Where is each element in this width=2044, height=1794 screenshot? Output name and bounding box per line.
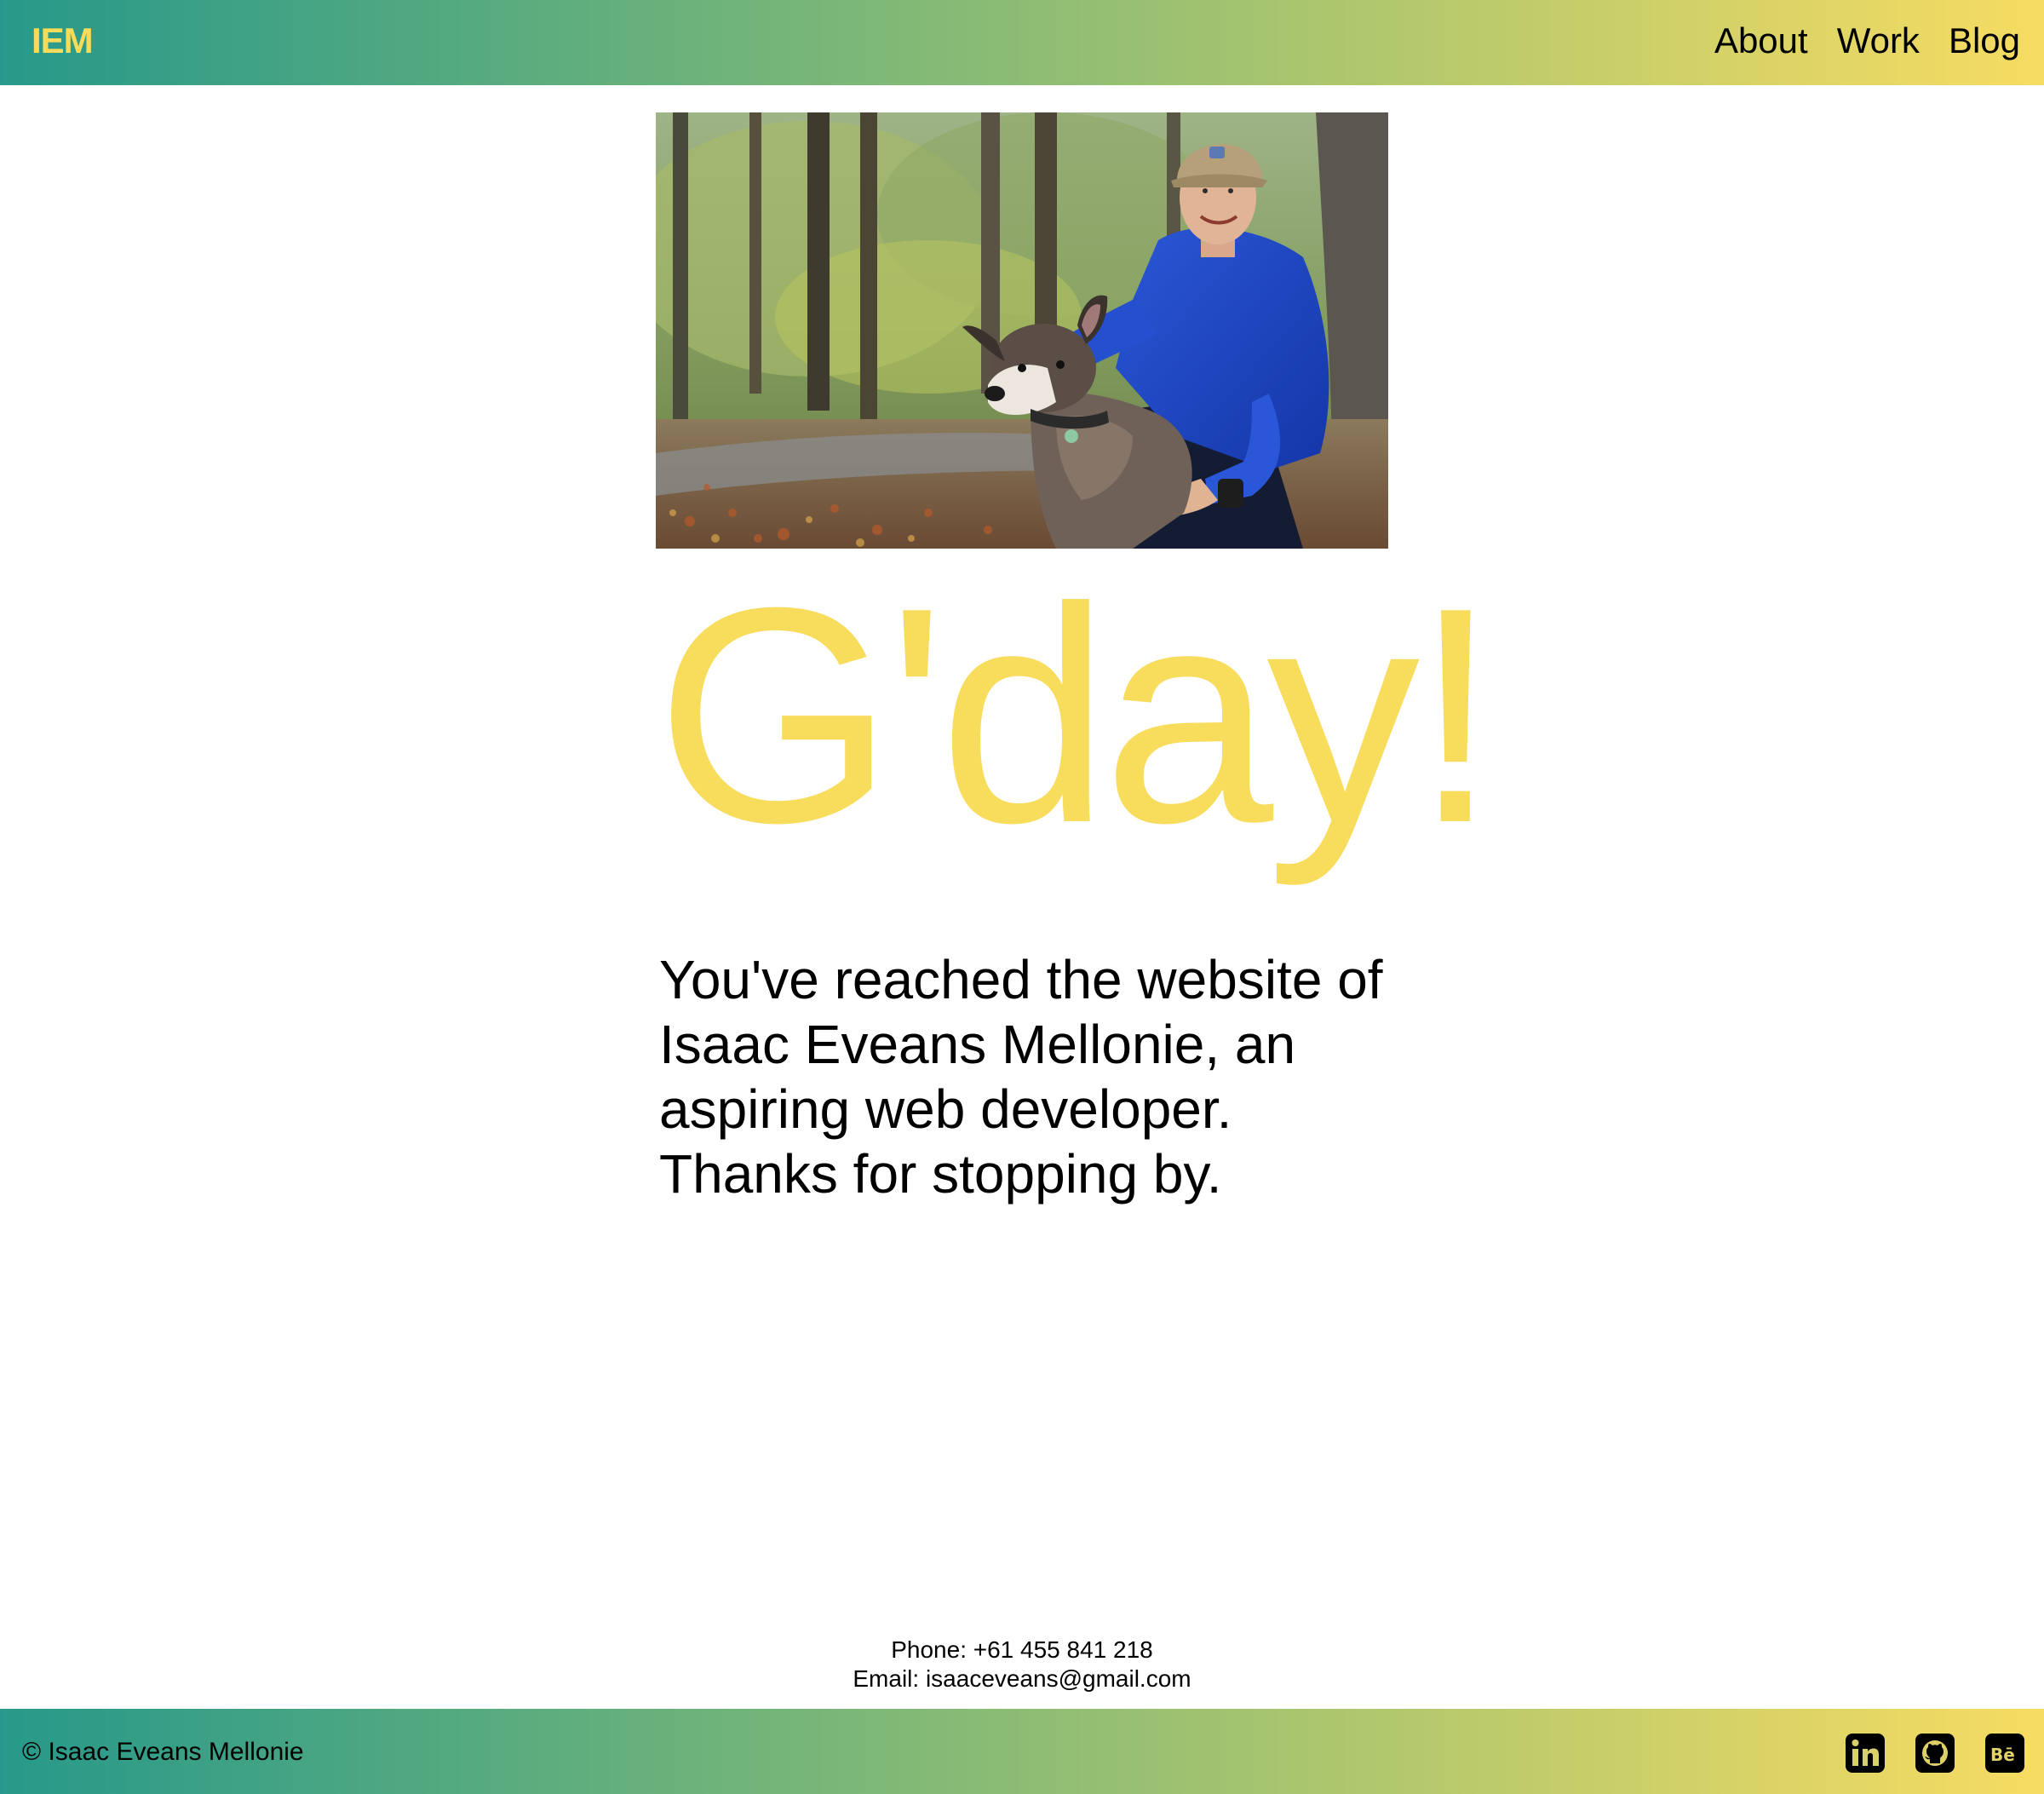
- github-icon[interactable]: [1915, 1733, 1955, 1774]
- contact-info: Phone: +61 455 841 218 Email: isaacevean…: [0, 1636, 2044, 1693]
- intro-paragraph: You've reached the website of Isaac Evea…: [659, 949, 1383, 1205]
- contact-phone[interactable]: Phone: +61 455 841 218: [0, 1636, 2044, 1665]
- linkedin-icon[interactable]: [1845, 1733, 1886, 1774]
- footer: © Isaac Eveans Mellonie Bē: [0, 1709, 2044, 1794]
- main-nav: About Work Blog: [1714, 20, 2020, 61]
- social-links: Bē: [1845, 1733, 2025, 1774]
- svg-text:Bē: Bē: [1990, 1745, 2015, 1765]
- nav-link-about[interactable]: About: [1714, 20, 1808, 61]
- nav-link-work[interactable]: Work: [1837, 20, 1920, 61]
- top-navbar: IEM About Work Blog: [0, 0, 2044, 85]
- behance-icon[interactable]: Bē: [1984, 1733, 2025, 1774]
- hero-photo: [656, 112, 1388, 549]
- site-logo[interactable]: IEM: [32, 20, 94, 61]
- page: IEM About Work Blog G'day! You've reache…: [0, 0, 2044, 1794]
- greeting-heading: G'day!: [656, 544, 1498, 887]
- copyright-text: © Isaac Eveans Mellonie: [22, 1738, 304, 1766]
- contact-email[interactable]: Email: isaaceveans@gmail.com: [0, 1665, 2044, 1693]
- nav-link-blog[interactable]: Blog: [1949, 20, 2020, 61]
